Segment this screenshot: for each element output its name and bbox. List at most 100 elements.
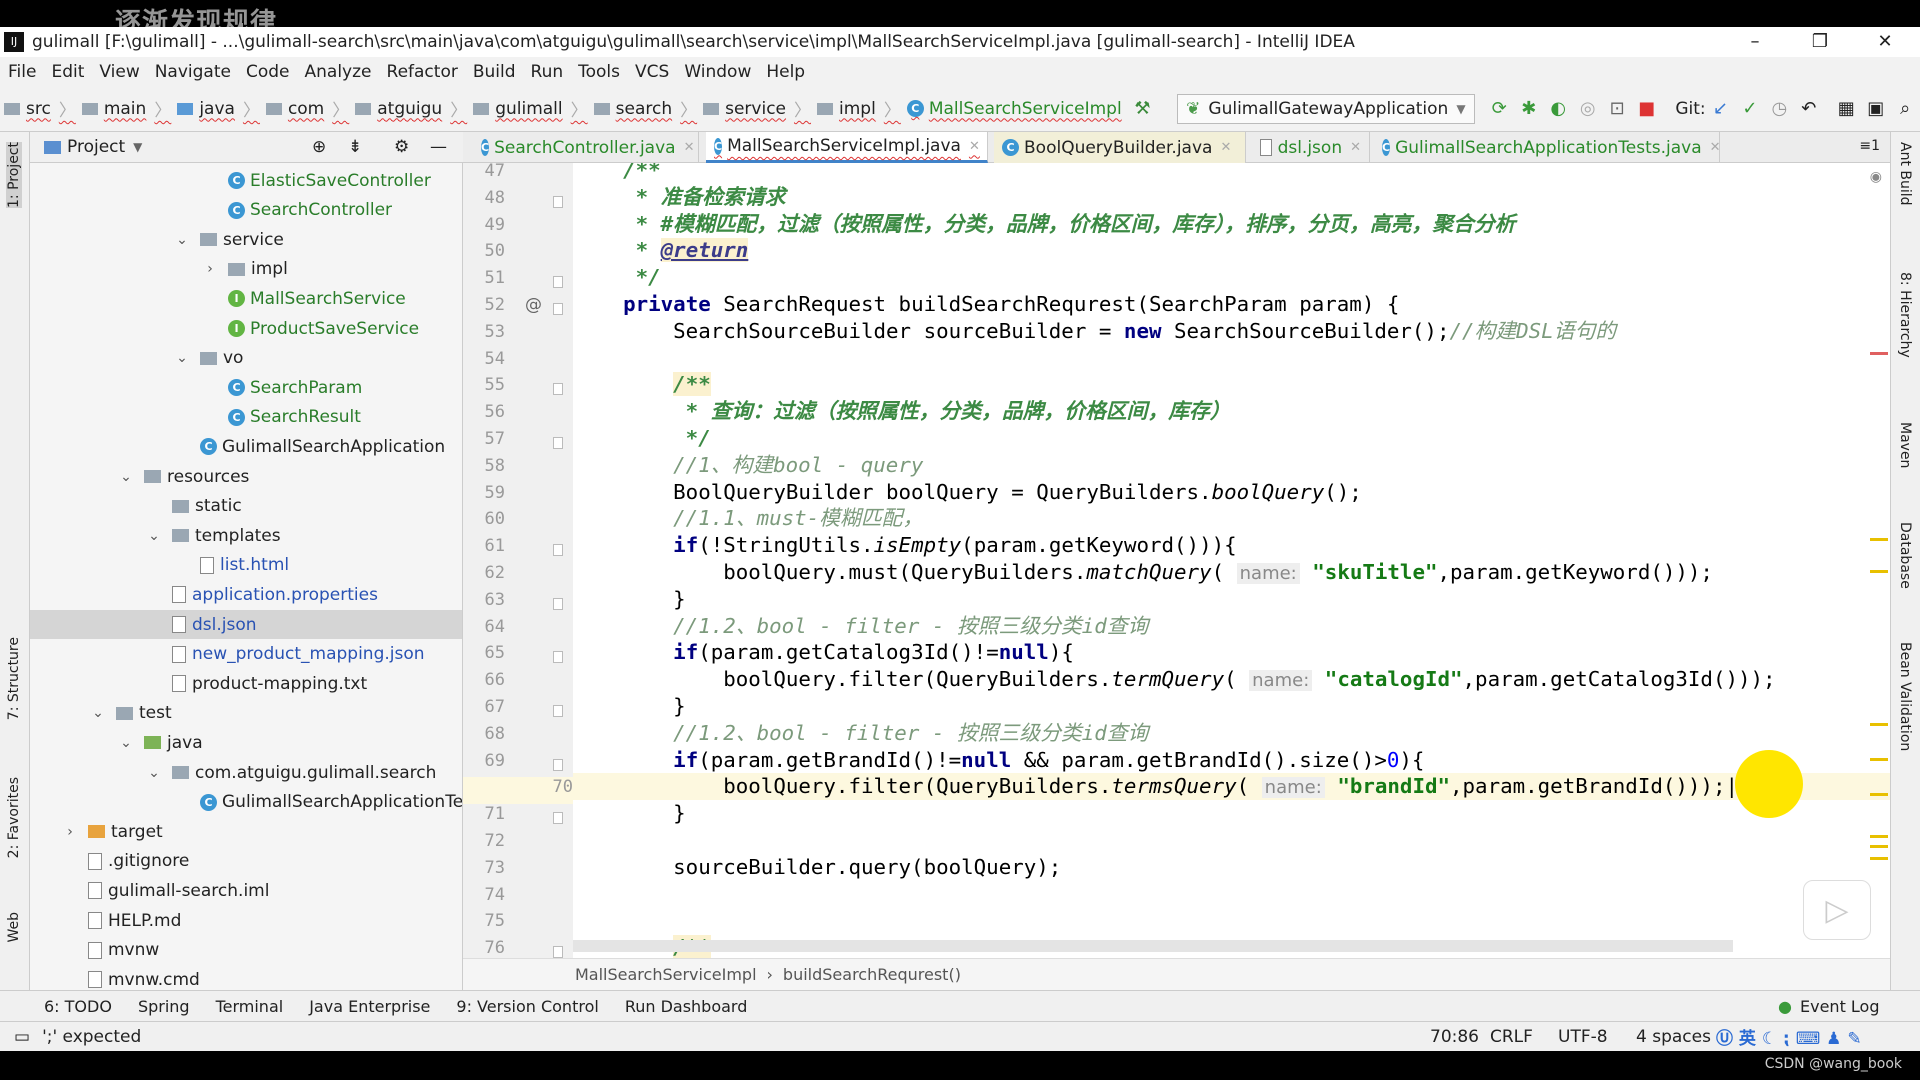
menu-run[interactable]: Run: [531, 62, 564, 82]
expanded-arrow-icon[interactable]: ⌄: [116, 735, 136, 751]
code-line[interactable]: BoolQueryBuilder boolQuery = QueryBuilde…: [573, 479, 1890, 506]
expanded-arrow-icon[interactable]: ⌄: [172, 232, 192, 248]
tree-item[interactable]: ⌄ vo: [30, 344, 462, 373]
reader-mode-icon[interactable]: ◉: [1870, 169, 1882, 185]
locate-icon[interactable]: ⊕: [312, 137, 326, 157]
tree-item[interactable]: ⌄ test: [30, 699, 462, 728]
code-line[interactable]: [573, 827, 1890, 854]
breadcrumb-item[interactable]: java 〉: [177, 96, 260, 121]
git-update-icon[interactable]: ↙: [1706, 98, 1735, 119]
tree-item[interactable]: › impl: [30, 255, 462, 284]
tree-item[interactable]: product-mapping.txt: [30, 669, 462, 698]
tool-run-dashboard[interactable]: Run Dashboard: [625, 997, 748, 1016]
menu-build[interactable]: Build: [473, 62, 516, 82]
expanded-arrow-icon[interactable]: ⌄: [116, 469, 136, 485]
close-tab-icon[interactable]: ✕: [684, 140, 695, 155]
warning-stripe-mark[interactable]: [1870, 570, 1888, 573]
collapsed-arrow-icon[interactable]: ›: [60, 824, 80, 840]
collapsed-arrow-icon[interactable]: ›: [200, 261, 220, 277]
menu-window[interactable]: Window: [684, 62, 751, 82]
stripe-structure[interactable]: 7: Structure: [6, 637, 22, 720]
fold-marker-icon[interactable]: [553, 276, 563, 289]
code-line[interactable]: [573, 881, 1890, 908]
run-config-select[interactable]: ❦ GulimallGatewayApplication ▼: [1177, 93, 1475, 124]
hide-icon[interactable]: —: [430, 137, 447, 157]
fold-marker-icon[interactable]: [553, 597, 563, 610]
expanded-arrow-icon[interactable]: ⌄: [144, 765, 164, 781]
breadcrumb-item[interactable]: atguigu 〉: [355, 96, 467, 121]
video-play-icon[interactable]: ▷: [1803, 880, 1871, 940]
tree-item[interactable]: .gitignore: [30, 847, 462, 876]
tree-item[interactable]: C GulimallSearchApplication: [30, 432, 462, 461]
breadcrumb-item[interactable]: main 〉: [81, 96, 171, 121]
menu-edit[interactable]: Edit: [51, 62, 84, 82]
code-line[interactable]: //1.2、bool - filter - 按照三级分类id查询: [573, 720, 1890, 747]
tree-item[interactable]: I MallSearchService: [30, 284, 462, 313]
tree-item[interactable]: ⌄ com.atguigu.gulimall.search: [30, 758, 462, 787]
tool-java-enterprise[interactable]: Java Enterprise: [309, 997, 430, 1016]
fold-marker-icon[interactable]: [553, 812, 563, 825]
breadcrumb-item[interactable]: com 〉: [265, 96, 349, 121]
revert-icon[interactable]: ↶: [1794, 98, 1823, 119]
fold-marker-icon[interactable]: [553, 303, 563, 315]
tool-todo[interactable]: 6: TODO: [44, 997, 112, 1016]
coverage-icon[interactable]: ◐: [1543, 98, 1572, 119]
close-tab-icon[interactable]: ✕: [1350, 140, 1361, 155]
git-commit-icon[interactable]: ✓: [1735, 98, 1764, 119]
code-line[interactable]: * #模糊匹配，过滤（按照属性，分类，品牌，价格区间，库存），排序，分页，高亮，…: [573, 211, 1890, 238]
menu-vcs[interactable]: VCS: [635, 62, 669, 82]
tab-boolquerybuilder-java[interactable]: C BoolQueryBuilder.java ✕: [994, 132, 1246, 163]
tab-mallsearchserviceimpl-java[interactable]: C MallSearchServiceImpl.java ✕: [706, 132, 988, 163]
code-line[interactable]: if(!StringUtils.isEmpty(param.getKeyword…: [573, 532, 1890, 559]
close-tab-icon[interactable]: ✕: [1710, 140, 1721, 155]
code-editor[interactable]: /** * 准备检索请求 * #模糊匹配，过滤（按照属性，分类，品牌，价格区间，…: [573, 163, 1890, 958]
debug-icon[interactable]: ✱: [1514, 98, 1543, 119]
code-line[interactable]: if(param.getCatalog3Id()!=null){: [573, 639, 1890, 666]
override-marker-icon[interactable]: @: [525, 295, 542, 315]
tab-dsl-json[interactable]: dsl.json ✕: [1252, 132, 1370, 163]
tree-item[interactable]: ⌄ service: [30, 225, 462, 254]
tree-item[interactable]: ⌄ java: [30, 728, 462, 757]
tree-item[interactable]: C SearchController: [30, 196, 462, 225]
menu-code[interactable]: Code: [246, 62, 290, 82]
close-tab-icon[interactable]: ✕: [969, 139, 980, 154]
restore-button[interactable]: ❐: [1800, 27, 1840, 57]
code-line[interactable]: SearchSourceBuilder sourceBuilder = new …: [573, 318, 1890, 345]
code-line[interactable]: * @return: [573, 237, 1890, 264]
search-icon[interactable]: ⌕: [1890, 98, 1919, 119]
close-button[interactable]: ✕: [1865, 27, 1905, 57]
code-line[interactable]: */: [573, 264, 1890, 291]
code-line[interactable]: //1、构建bool - query: [573, 452, 1890, 479]
breadcrumb-item[interactable]: impl 〉: [817, 96, 901, 121]
tree-item[interactable]: C ElasticSaveController: [30, 166, 462, 195]
code-line[interactable]: //1.2、bool - filter - 按照三级分类id查询: [573, 613, 1890, 640]
fold-marker-icon[interactable]: [553, 437, 563, 449]
ime-toolbar[interactable]: Ⓤ 英 ☾ ⁏ ⌨ ♟ ✎: [1716, 1024, 1862, 1049]
minimize-button[interactable]: –: [1735, 27, 1775, 57]
breadcrumb-item[interactable]: service 〉: [703, 96, 811, 121]
stripe-web[interactable]: Web: [6, 912, 22, 943]
code-line[interactable]: boolQuery.filter(QueryBuilders.termQuery…: [573, 666, 1890, 693]
tree-item[interactable]: ⌄ resources: [30, 462, 462, 491]
tree-item[interactable]: I ProductSaveService: [30, 314, 462, 343]
code-line[interactable]: /**: [573, 371, 1890, 398]
tab-gulimallsearchapplicationtests-java[interactable]: C GulimallSearchApplicationTests.java ✕: [1374, 132, 1721, 163]
horizontal-scrollbar[interactable]: [573, 940, 1733, 952]
caret-position[interactable]: 70:86: [1430, 1027, 1479, 1047]
code-line[interactable]: /**: [573, 163, 1890, 184]
tab-list-icon[interactable]: ≡1: [1859, 138, 1880, 154]
collapse-all-icon[interactable]: ⇟: [348, 137, 362, 157]
expanded-arrow-icon[interactable]: ⌄: [88, 705, 108, 721]
warning-stripe-mark[interactable]: [1870, 538, 1888, 541]
menu-navigate[interactable]: Navigate: [155, 62, 231, 82]
history-icon[interactable]: ◷: [1765, 98, 1794, 119]
stripe-favorites[interactable]: 2: Favorites: [6, 777, 22, 858]
code-line[interactable]: }: [573, 800, 1890, 827]
tree-item[interactable]: › target: [30, 817, 462, 846]
close-tab-icon[interactable]: ✕: [1220, 140, 1231, 155]
warning-stripe-mark[interactable]: [1870, 758, 1888, 761]
stripe-bean-validation[interactable]: Bean Validation: [1897, 642, 1913, 751]
stripe-project[interactable]: 1: Project: [6, 142, 22, 208]
tab-searchcontroller-java[interactable]: C SearchController.java ✕: [473, 132, 699, 163]
tree-item[interactable]: HELP.md: [30, 906, 462, 935]
